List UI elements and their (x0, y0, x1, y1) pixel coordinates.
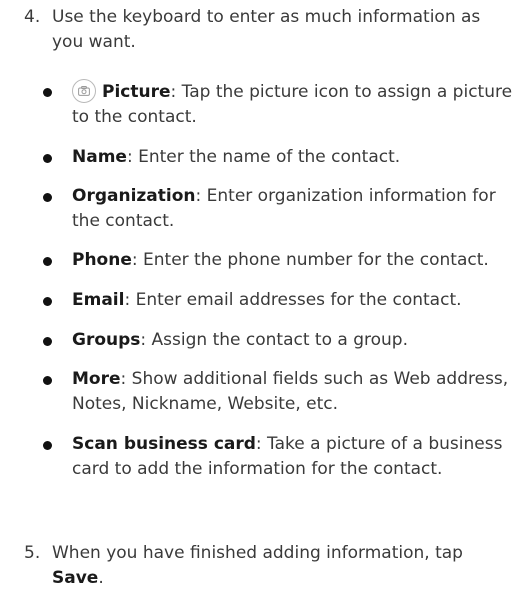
list-item-text: More: Show additional fields such as Web… (72, 367, 517, 417)
step-number: 5. (24, 543, 41, 563)
step-text-before: When you have finished adding informatio… (52, 543, 463, 563)
term-description: : Enter the name of the contact. (126, 147, 401, 167)
list-item-text: Picture: Tap the picture icon to assign … (72, 79, 517, 130)
step-text-after: . (98, 568, 104, 588)
term-label: Email (72, 290, 125, 310)
bullet-dot (43, 193, 52, 202)
list-item-text: Organization: Enter organization informa… (72, 184, 517, 234)
bullet-dot (43, 441, 52, 450)
term-label: Name (72, 147, 127, 167)
term-label: Organization (72, 186, 196, 206)
step-text: Use the keyboard to enter as much inform… (52, 7, 481, 52)
list-item-text: Phone: Enter the phone number for the co… (72, 248, 517, 273)
term-description: : Show additional fields such as Web add… (72, 369, 509, 414)
term-description: : Enter the phone number for the contact… (131, 250, 489, 270)
term-label: Groups (72, 330, 141, 350)
step-number: 4. (24, 7, 41, 27)
term-description: : Enter email addresses for the contact. (124, 290, 462, 310)
term-label: Scan business card (72, 434, 256, 454)
bullet-dot (43, 154, 52, 163)
bullet-dot (43, 376, 52, 385)
bullet-dot (43, 88, 52, 97)
step-text: When you have finished adding informatio… (52, 541, 503, 591)
camera-icon (72, 79, 96, 103)
term-label: Phone (72, 250, 132, 270)
instructions-page: 4. Use the keyboard to enter as much inf… (0, 0, 523, 596)
term-label: More (72, 369, 121, 389)
term-description: : Assign the contact to a group. (140, 330, 408, 350)
bullet-dot (43, 337, 52, 346)
list-item-text: Scan business card: Take a picture of a … (72, 432, 517, 482)
bullet-dot (43, 297, 52, 306)
list-item-text: Email: Enter email addresses for the con… (72, 288, 517, 313)
list-item-text: Name: Enter the name of the contact. (72, 145, 517, 170)
list-item-text: Groups: Assign the contact to a group. (72, 328, 517, 353)
term-label: Picture (102, 82, 171, 102)
save-action-label: Save (52, 568, 99, 588)
bullet-dot (43, 257, 52, 266)
